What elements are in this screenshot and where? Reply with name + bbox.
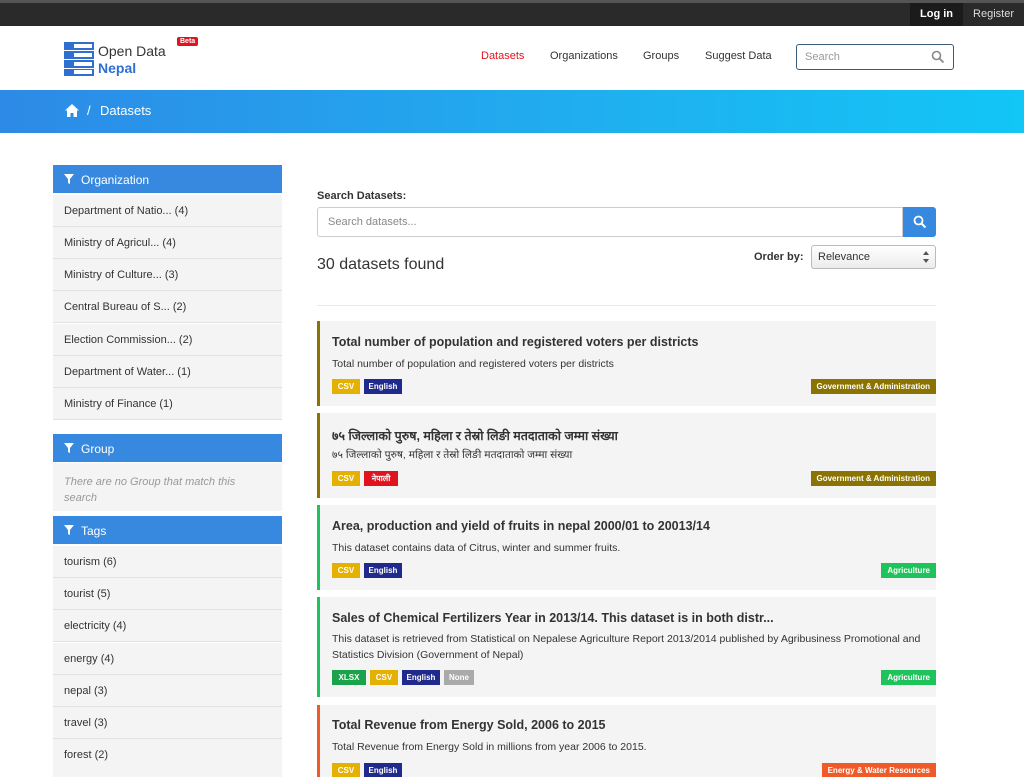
dataset-card[interactable]: ७५ जिल्लाको पुरुष, महिला र तेस्रो लिङी म… xyxy=(317,413,936,498)
facet-organization-header: Organization xyxy=(53,165,282,193)
facet-item-organization[interactable]: Ministry of Culture... (3) xyxy=(53,259,282,291)
nav-organizations[interactable]: Organizations xyxy=(550,50,618,66)
format-badge: नेपाली xyxy=(364,471,398,486)
category-badge[interactable]: Energy & Water Resources xyxy=(821,763,936,777)
register-link[interactable]: Register xyxy=(963,3,1024,26)
facet-item-organization[interactable]: Ministry of Finance (1) xyxy=(53,388,282,420)
search-datasets-label: Search Datasets: xyxy=(317,190,407,202)
dataset-card[interactable]: Sales of Chemical Fertilizers Year in 20… xyxy=(317,597,936,697)
dataset-description: This dataset is retrieved from Statistic… xyxy=(332,633,921,661)
format-badge: CSV xyxy=(332,379,360,394)
dataset-description: Total Revenue from Energy Sold in millio… xyxy=(332,741,647,753)
format-badge: XLSX xyxy=(332,670,366,685)
dataset-title-link[interactable]: ७५ जिल्लाको पुरुष, महिला र तेस्रो लिङी म… xyxy=(332,427,618,444)
header-search xyxy=(796,44,954,70)
facet-item-tag[interactable]: energy (4) xyxy=(53,643,282,675)
category-badge[interactable]: Agriculture xyxy=(881,670,936,685)
order-by-label: Order by: xyxy=(754,251,804,263)
dataset-title-link[interactable]: Total Revenue from Energy Sold, 2006 to … xyxy=(332,718,605,732)
filter-icon xyxy=(64,443,74,453)
dataset-title-link[interactable]: Sales of Chemical Fertilizers Year in 20… xyxy=(332,611,774,625)
category-badge[interactable]: Government & Administration xyxy=(810,379,936,394)
dataset-description: This dataset contains data of Citrus, wi… xyxy=(332,542,621,554)
order-by-value: Relevance xyxy=(818,251,870,263)
nav-datasets[interactable]: Datasets xyxy=(481,50,524,66)
login-link[interactable]: Log in xyxy=(910,3,964,26)
format-badge: English xyxy=(364,379,402,394)
dataset-title-link[interactable]: Area, production and yield of fruits in … xyxy=(332,519,710,533)
search-icon[interactable] xyxy=(931,50,945,64)
filter-icon xyxy=(64,174,74,184)
format-badge: English xyxy=(364,563,402,578)
facet-item-tag[interactable]: electricity (4) xyxy=(53,610,282,642)
facet-item-organization[interactable]: Central Bureau of S... (2) xyxy=(53,291,282,323)
beta-badge: Beta xyxy=(177,37,199,46)
dataset-card[interactable]: Total number of population and registere… xyxy=(317,321,936,406)
facet-item-tag[interactable]: tourism (6) xyxy=(53,546,282,578)
dataset-search xyxy=(317,207,936,237)
facet-title: Tags xyxy=(81,524,107,538)
nav-suggest-data[interactable]: Suggest Data xyxy=(705,50,772,66)
dataset-description: ७५ जिल्लाको पुरुष, महिला र तेस्रो लिङी म… xyxy=(332,449,573,461)
category-badge[interactable]: Agriculture xyxy=(881,563,936,578)
search-icon xyxy=(913,215,927,229)
facet-item-organization[interactable]: Election Commission... (2) xyxy=(53,324,282,356)
top-bar: Log in Register xyxy=(0,0,1024,26)
dataset-card[interactable]: Total Revenue from Energy Sold, 2006 to … xyxy=(317,705,936,777)
facet-item-organization[interactable]: Department of Water... (1) xyxy=(53,356,282,388)
results-count: 30 datasets found xyxy=(317,256,445,273)
divider xyxy=(317,305,936,306)
format-badge: English xyxy=(364,763,402,777)
facet-title: Group xyxy=(81,442,115,456)
select-arrows-icon xyxy=(923,251,929,263)
facet-item-tag[interactable]: tourist (5) xyxy=(53,578,282,610)
filter-icon xyxy=(64,525,74,535)
dataset-search-input[interactable] xyxy=(317,207,903,237)
facet-group-empty: There are no Group that match this searc… xyxy=(53,463,282,511)
auth-links: Log in Register xyxy=(910,3,1024,26)
dataset-card[interactable]: Area, production and yield of fruits in … xyxy=(317,505,936,590)
facet-item-tag[interactable]: nepal (3) xyxy=(53,675,282,707)
logo-text-line1: Open Data xyxy=(98,43,166,59)
format-badge: CSV xyxy=(370,670,398,685)
facet-tags-header: Tags xyxy=(53,516,282,544)
breadcrumb-current[interactable]: Datasets xyxy=(100,103,151,118)
logo-text-line2: Nepal xyxy=(98,60,137,76)
facet-item-organization[interactable]: Ministry of Agricul... (4) xyxy=(53,227,282,259)
logo[interactable]: Open Data Nepal Beta xyxy=(64,37,214,78)
facet-item-tag[interactable]: travel (3) xyxy=(53,707,282,739)
format-badge: CSV xyxy=(332,471,360,486)
format-badge: None xyxy=(444,670,474,685)
header-search-input[interactable] xyxy=(797,45,927,69)
home-icon[interactable] xyxy=(64,103,80,118)
dataset-title-link[interactable]: Total number of population and registere… xyxy=(332,335,699,349)
format-badge: English xyxy=(402,670,440,685)
breadcrumb: / Datasets xyxy=(0,90,1024,133)
facet-group-header: Group xyxy=(53,434,282,462)
dataset-search-button[interactable] xyxy=(903,207,936,237)
facet-item-tag[interactable]: forest (2) xyxy=(53,739,282,777)
category-badge[interactable]: Government & Administration xyxy=(810,471,936,486)
logo-mark-icon xyxy=(64,42,94,76)
format-badge: CSV xyxy=(332,763,360,777)
order-by-select[interactable]: Relevance xyxy=(811,245,936,269)
site-header: Open Data Nepal Beta Datasets Organizati… xyxy=(0,26,1024,90)
facet-title: Organization xyxy=(81,173,150,187)
nav-groups[interactable]: Groups xyxy=(643,50,679,66)
dataset-description: Total number of population and registere… xyxy=(332,358,614,370)
format-badge: CSV xyxy=(332,563,360,578)
facet-item-organization[interactable]: Department of Natio... (4) xyxy=(53,195,282,227)
